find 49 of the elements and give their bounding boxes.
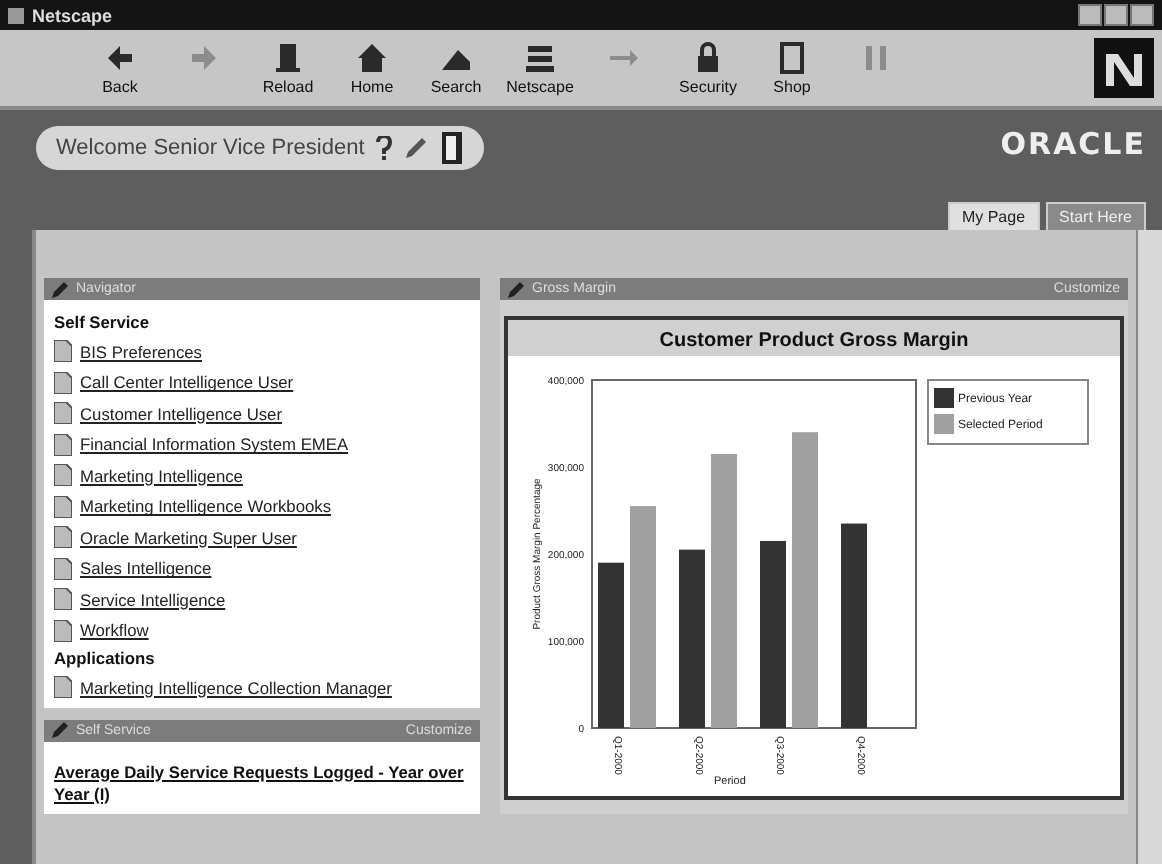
welcome-text: Welcome Senior Vice President xyxy=(56,136,365,160)
close-button[interactable] xyxy=(1130,4,1154,26)
minimize-button[interactable] xyxy=(1078,4,1102,26)
document-icon xyxy=(54,495,72,518)
document-icon xyxy=(54,619,72,642)
navigator-link[interactable]: Customer Intelligence User xyxy=(80,403,283,424)
maximize-button[interactable] xyxy=(1104,4,1128,26)
navigator-link[interactable]: Sales Intelligence xyxy=(80,558,212,579)
security-button[interactable]: Security xyxy=(668,38,748,102)
scrollbar[interactable] xyxy=(1136,230,1162,864)
document-icon xyxy=(54,464,72,487)
reload-button[interactable]: Reload xyxy=(248,38,328,102)
logo: ORACLE xyxy=(1000,126,1146,162)
report-link[interactable]: Average Daily Service Requests Logged - Year over Year (I) xyxy=(44,741,480,813)
search-button[interactable]: Search xyxy=(416,38,496,102)
browser-logo-icon xyxy=(1094,38,1154,98)
navigator-link[interactable]: Workflow xyxy=(80,620,149,641)
pencil-icon xyxy=(404,136,429,160)
document-icon xyxy=(54,526,72,549)
netscape-button[interactable]: Netscape xyxy=(500,38,580,102)
pencil-icon xyxy=(508,281,524,297)
window-title: Netscape xyxy=(32,5,113,25)
question-mark-icon xyxy=(376,136,393,160)
navigator-link[interactable]: Call Center Intelligence User xyxy=(80,372,294,393)
document-icon xyxy=(54,588,72,611)
document-icon xyxy=(54,371,72,394)
document-icon xyxy=(54,402,72,425)
navigator-link[interactable]: Marketing Intelligence Workbooks xyxy=(80,496,332,517)
chart-title: Customer Product Gross Margin xyxy=(659,330,969,352)
navigator-link[interactable]: Service Intelligence xyxy=(80,589,226,610)
document-icon xyxy=(54,676,72,699)
section-heading: Applications xyxy=(54,646,157,672)
navigator-link[interactable]: Marketing Intelligence xyxy=(80,465,243,486)
navigator-link[interactable]: BIS Preferences xyxy=(80,341,202,362)
section-heading: Self Service xyxy=(54,310,151,336)
shop-button[interactable]: Shop xyxy=(752,38,832,102)
door-icon xyxy=(440,132,465,164)
app-icon xyxy=(8,7,24,23)
tab[interactable]: My Page xyxy=(947,202,1040,230)
navigator-link[interactable]: Marketing Intelligence Collection Manager xyxy=(80,677,392,698)
back-button[interactable]: Back xyxy=(80,38,160,102)
navigator-link[interactable]: Oracle Marketing Super User xyxy=(80,527,297,548)
document-icon xyxy=(54,433,72,456)
pencil-icon xyxy=(52,281,68,297)
pencil-icon xyxy=(52,722,68,738)
document-icon xyxy=(54,557,72,580)
home-button[interactable]: Home xyxy=(332,38,412,102)
document-icon xyxy=(54,340,72,363)
navigator-link[interactable]: Financial Information System EMEA xyxy=(80,434,349,455)
